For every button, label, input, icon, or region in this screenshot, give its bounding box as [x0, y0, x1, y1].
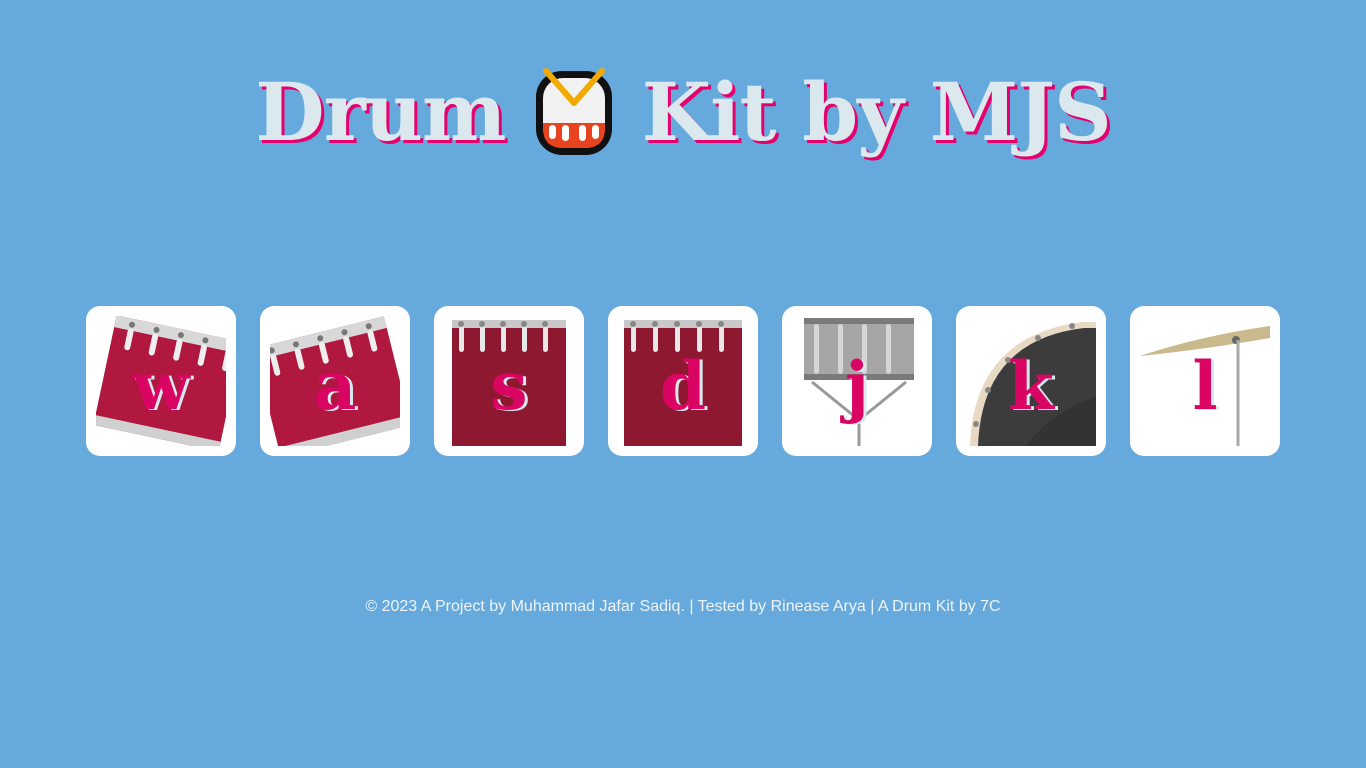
drum-key-label: w [132, 347, 190, 425]
drum-button-j[interactable]: j [782, 306, 932, 456]
title-part-1: Drum [255, 65, 506, 159]
title-part-2: Kit by MJS [641, 65, 1112, 159]
drum-key-label: k [1008, 347, 1054, 425]
drum-button-a[interactable]: a [260, 306, 410, 456]
drum-key-label: s [490, 347, 528, 425]
drum-row: w a s d j k l [86, 306, 1280, 456]
drum-button-l[interactable]: l [1130, 306, 1280, 456]
drum-button-s[interactable]: s [434, 306, 584, 456]
drum-key-label: d [659, 347, 707, 425]
drum-emoji-icon [535, 68, 612, 155]
drum-button-d[interactable]: d [608, 306, 758, 456]
drum-key-label: l [1192, 347, 1218, 425]
drum-button-w[interactable]: w [86, 306, 236, 456]
drum-button-k[interactable]: k [956, 306, 1106, 456]
drum-key-label: j [845, 347, 869, 425]
drum-key-label: a [313, 347, 357, 425]
footer-credits: © 2023 A Project by Muhammad Jafar Sadiq… [365, 598, 1001, 615]
page-title: Drum Kit by MJS [0, 62, 1366, 162]
